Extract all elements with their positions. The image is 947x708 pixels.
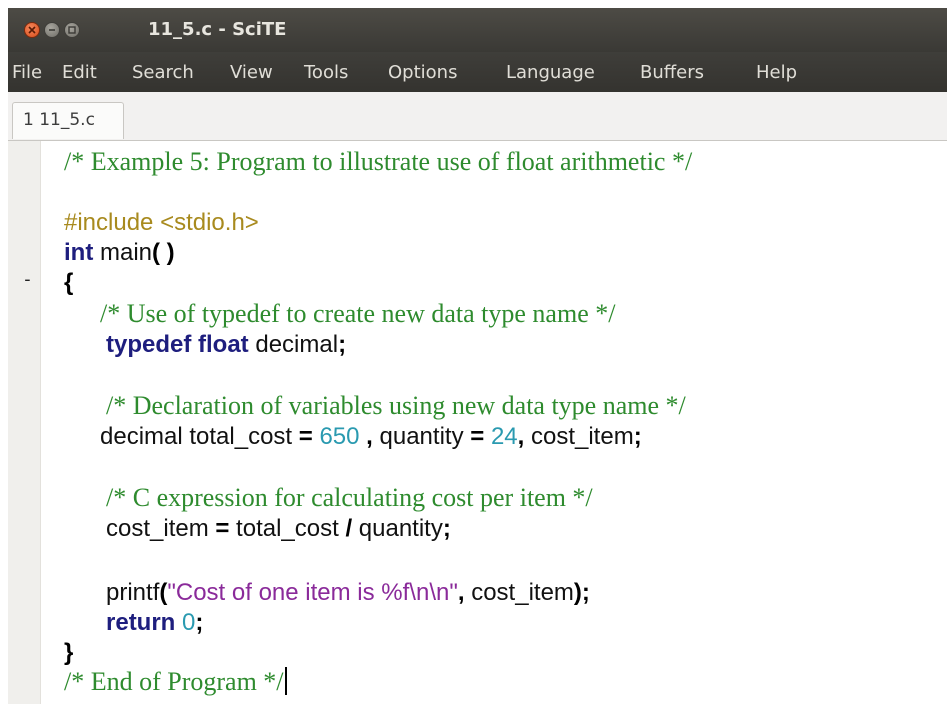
menu-help[interactable]: Help [756, 62, 797, 83]
keyword: typedef float [106, 331, 249, 358]
operator: = [298, 423, 313, 450]
close-icon [28, 26, 36, 34]
menu-options[interactable]: Options [388, 62, 457, 83]
code-line-comment-declaration: /* Declaration of variables using new da… [106, 391, 686, 420]
code-line-comment-expression: /* C expression for calculating cost per… [106, 483, 593, 512]
menu-bar: File Edit Search View Tools Options Lang… [8, 52, 947, 92]
operator: , [457, 579, 465, 606]
code-editor[interactable]: - /* Example 5: Program to illustrate us… [8, 141, 947, 704]
code-line-1: /* Example 5: Program to illustrate use … [64, 147, 693, 176]
identifier: decimal [248, 331, 339, 358]
operator: ; [338, 331, 347, 358]
code-line-comment-typedef: /* Use of typedef to create new data typ… [100, 299, 616, 328]
menu-file[interactable]: File [12, 62, 42, 83]
window-title: 11_5.c - SciTE [148, 19, 287, 40]
code-line-close-brace: } [64, 639, 74, 666]
identifier: main [93, 239, 153, 266]
number: 0 [182, 609, 196, 636]
code-line-expression: cost_item = total_cost / quantity; [106, 515, 451, 543]
close-window-button[interactable] [24, 22, 40, 38]
operator: ); [573, 579, 590, 606]
keyword: return [106, 609, 176, 636]
operator: ; [633, 423, 642, 450]
fold-margin[interactable] [8, 141, 41, 704]
menu-language[interactable]: Language [506, 62, 595, 83]
text-caret [284, 667, 287, 695]
string-literal: "Cost of one item is %f\n\n" [167, 579, 458, 606]
code-line-main: int main( ) [64, 239, 175, 267]
identifier: cost_item [106, 515, 216, 542]
code-line-open-brace: { [64, 269, 74, 296]
menu-edit[interactable]: Edit [62, 62, 97, 83]
tab-label: 1 11_5.c [23, 110, 95, 130]
tab-11-5-c[interactable]: 1 11_5.c [12, 102, 124, 139]
scite-window: 11_5.c - SciTE File Edit Search View Too… [8, 8, 947, 704]
code-line-return: return 0; [106, 609, 203, 637]
number: 24 [490, 423, 518, 450]
minimize-icon [49, 29, 55, 31]
identifier: decimal total_cost [100, 423, 299, 450]
identifier: printf [106, 579, 160, 606]
code-line-typedef: typedef float decimal; [106, 331, 346, 359]
operator: = [470, 423, 485, 450]
comment-text: /* End of Program */ [64, 667, 284, 696]
operator: , [366, 423, 373, 450]
identifier: quantity [372, 423, 471, 450]
title-bar[interactable]: 11_5.c - SciTE [8, 8, 947, 52]
menu-view[interactable]: View [230, 62, 273, 83]
menu-tools[interactable]: Tools [304, 62, 348, 83]
number: 650 [319, 423, 360, 450]
fold-marker[interactable]: - [22, 269, 33, 290]
code-line-end-comment: /* End of Program */ [64, 667, 287, 697]
identifier: quantity [352, 515, 443, 542]
operator: ; [195, 609, 204, 636]
code-line-declaration: decimal total_cost = 650 , quantity = 24… [100, 423, 642, 451]
tab-strip: 1 11_5.c [8, 92, 947, 141]
menu-buffers[interactable]: Buffers [640, 62, 704, 83]
identifier: cost_item [464, 579, 574, 606]
code-line-include: #include <stdio.h> [64, 209, 259, 236]
code-line-printf: printf("Cost of one item is %f\n\n", cos… [106, 579, 590, 607]
maximize-window-button[interactable] [64, 22, 80, 38]
minimize-window-button[interactable] [44, 22, 60, 38]
maximize-icon [68, 26, 76, 34]
keyword: int [64, 239, 94, 266]
operator: ; [442, 515, 451, 542]
menu-search[interactable]: Search [132, 62, 194, 83]
identifier: cost_item [524, 423, 634, 450]
operator: = [215, 515, 230, 542]
operator: ( ) [152, 239, 175, 266]
identifier: total_cost [229, 515, 346, 542]
